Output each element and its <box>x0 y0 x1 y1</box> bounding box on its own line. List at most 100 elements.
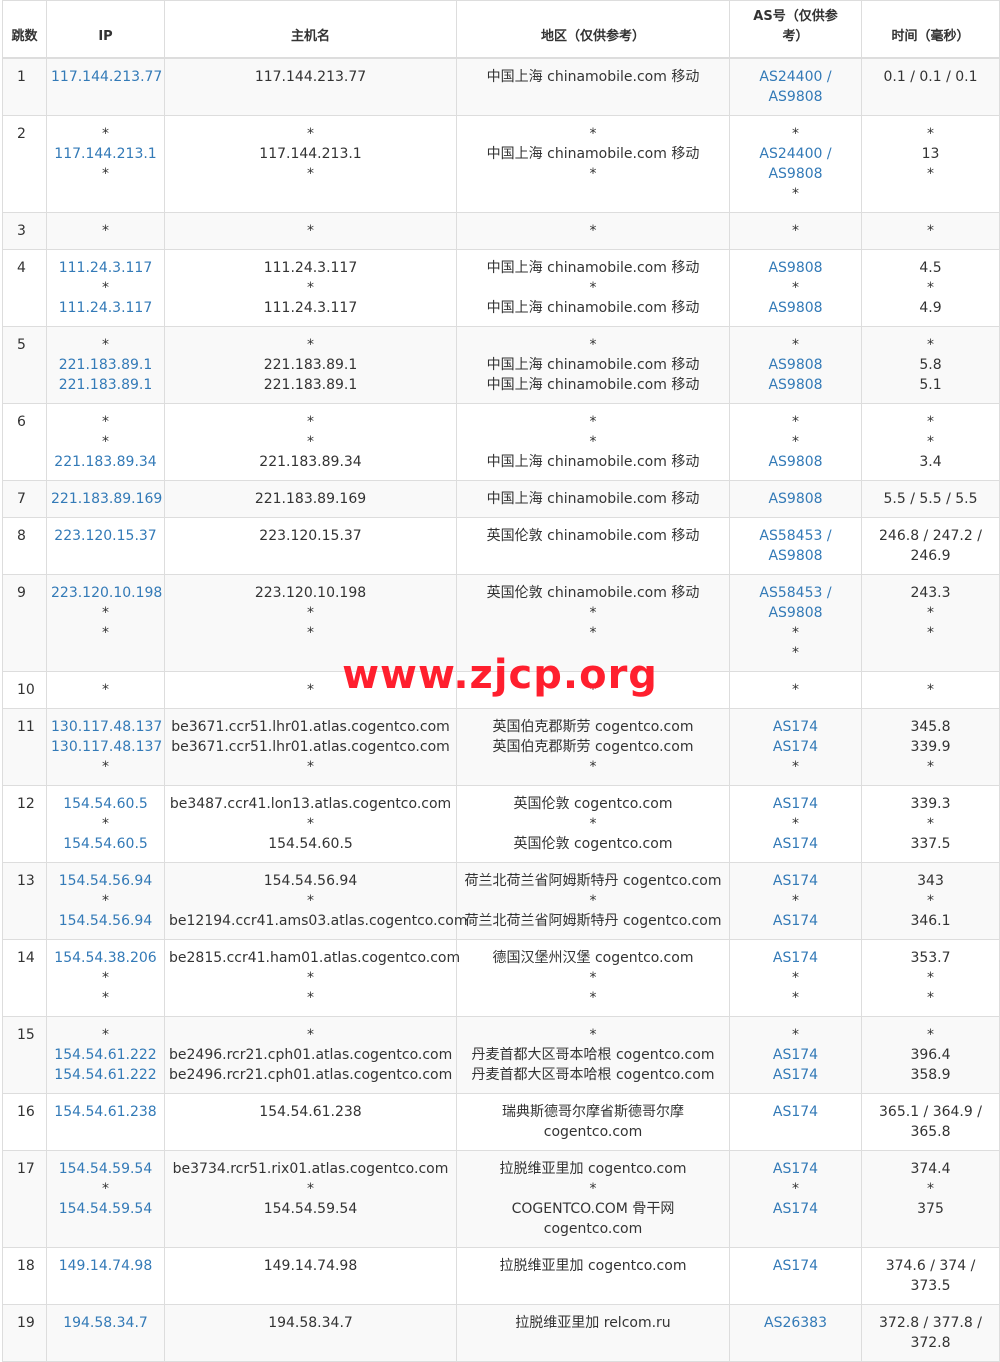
ip-link[interactable]: 154.54.56.94 <box>51 871 160 891</box>
time-value: 375 <box>917 1200 944 1217</box>
hop-cell: 14 <box>2 938 47 1017</box>
ip-link[interactable]: 154.54.61.222 <box>51 1045 160 1065</box>
as-cell: * AS24400 /AS9808 * <box>729 114 862 213</box>
region-cell: 英国伦敦 chinamobile.com 移动 * * <box>456 573 730 672</box>
as-link[interactable]: AS174 <box>734 737 857 757</box>
ip-link[interactable]: 117.144.213.77 <box>51 67 162 87</box>
hop-cell: 4 <box>2 248 47 327</box>
ip-link[interactable]: 111.24.3.117 <box>51 258 160 278</box>
as-link[interactable]: AS174 <box>734 794 857 814</box>
as-link[interactable]: AS9808 <box>734 546 857 566</box>
as-link[interactable]: AS174 <box>734 834 857 854</box>
ip-value: * <box>102 681 109 698</box>
header-hop: 跳数 <box>2 0 47 59</box>
ip-link[interactable]: 154.54.38.206 <box>51 948 160 968</box>
as-link[interactable]: AS9808 <box>734 298 857 318</box>
ip-link[interactable]: 130.117.48.137 <box>51 717 162 737</box>
traceroute-table: 跳数 IP 主机名 地区（仅供参考） AS号（仅供参考） 时间（毫秒） 1 117… <box>2 0 1000 1362</box>
region-value: 英国伯克郡斯劳 cogentco.com <box>492 718 694 735</box>
ip-link[interactable]: 221.183.89.34 <box>51 452 160 472</box>
as-value: * <box>792 815 799 832</box>
as-cell: * <box>729 211 862 250</box>
as-link[interactable]: AS174 <box>734 1199 857 1219</box>
region-value: * <box>589 165 597 182</box>
ip-link[interactable]: 194.58.34.7 <box>51 1313 160 1333</box>
ip-link[interactable]: 117.144.213.1 <box>51 144 160 164</box>
ip-link[interactable]: 130.117.48.137 <box>51 737 162 757</box>
ip-link[interactable]: 154.54.56.94 <box>51 911 160 931</box>
hop-cell: 10 <box>2 670 47 709</box>
as-link[interactable]: AS9808 <box>734 452 857 472</box>
time-value: * <box>927 336 934 353</box>
hostname-cell: be2815.ccr41.ham01.atlas.cogentco.com * * <box>164 938 460 1017</box>
as-link[interactable]: AS174 <box>734 948 857 968</box>
region-value: * <box>589 681 597 698</box>
table-row: 5 * 221.183.89.1 221.183.89.1 * 221.183.89.1 2… <box>2 325 1000 404</box>
time-value: * <box>927 222 934 239</box>
time-value: * <box>927 165 934 182</box>
table-row: 13 154.54.56.94 * 154.54.56.94 154.54.56.94 *… <box>2 861 1000 940</box>
table-row: 10 * * * * * <box>2 670 1000 709</box>
ip-link[interactable]: 111.24.3.117 <box>51 298 160 318</box>
as-cell: AS9808 <box>729 479 862 518</box>
ip-link[interactable]: 221.183.89.1 <box>51 375 160 395</box>
header-time-ms: 时间（毫秒） <box>861 0 1000 59</box>
as-link[interactable]: AS174 <box>734 871 857 891</box>
host-value: * <box>307 279 314 296</box>
ip-cell: 130.117.48.137 130.117.48.137 * <box>46 707 165 786</box>
hop-cell: 7 <box>2 479 47 518</box>
as-link[interactable]: AS174 <box>734 1045 857 1065</box>
ip-cell: 223.120.10.198 * * <box>46 573 165 672</box>
ip-link[interactable]: 154.54.59.54 <box>51 1199 160 1219</box>
as-link[interactable]: AS9808 <box>734 603 857 623</box>
ip-link[interactable]: 221.183.89.1 <box>51 355 160 375</box>
as-cell: AS9808 * AS9808 <box>729 248 862 327</box>
host-value: 154.54.59.54 <box>263 1200 358 1217</box>
as-cell: * AS9808 AS9808 <box>729 325 862 404</box>
time-value: * <box>927 1180 934 1197</box>
ip-link[interactable]: 223.120.10.198 <box>51 583 162 603</box>
time-cell: * * 3.4 <box>861 402 1000 481</box>
region-cell: * 中国上海 chinamobile.com 移动 中国上海 chinamobile… <box>456 325 730 404</box>
ip-link[interactable]: 221.183.89.169 <box>51 489 162 509</box>
as-link[interactable]: AS58453 / <box>734 583 857 603</box>
as-link[interactable]: AS174 <box>734 1102 857 1122</box>
as-link[interactable]: AS174 <box>734 717 857 737</box>
ip-link[interactable]: 154.54.59.54 <box>51 1159 160 1179</box>
table-row: 15 * 154.54.61.222 154.54.61.222 * be2496.rcr… <box>2 1015 1000 1094</box>
as-link[interactable]: AS174 <box>734 911 857 931</box>
as-link[interactable]: AS9808 <box>734 164 857 184</box>
as-link[interactable]: AS24400 / <box>734 144 857 164</box>
ip-cell: * 117.144.213.1 * <box>46 114 165 213</box>
hostname-cell: be3487.ccr41.lon13.atlas.cogentco.com * 15… <box>164 784 457 863</box>
time-cell: * <box>861 670 1000 709</box>
ip-link[interactable]: 154.54.60.5 <box>51 794 160 814</box>
region-cell: 瑞典斯德哥尔摩省斯德哥尔摩 cogentco.com <box>456 1092 730 1151</box>
hostname-cell: 223.120.15.37 <box>164 516 457 575</box>
hop-cell: 8 <box>2 516 47 575</box>
as-link[interactable]: AS9808 <box>734 258 857 278</box>
as-link[interactable]: AS174 <box>734 1159 857 1179</box>
as-link[interactable]: AS24400 / <box>734 67 857 87</box>
time-cell: * <box>861 211 1000 250</box>
ip-link[interactable]: 154.54.61.238 <box>51 1102 160 1122</box>
region-value: 丹麦首都大区哥本哈根 cogentco.com <box>471 1046 715 1063</box>
as-link[interactable]: AS9808 <box>734 87 857 107</box>
time-value: 345.8 <box>910 718 951 735</box>
ip-link[interactable]: 149.14.74.98 <box>51 1256 160 1276</box>
as-link[interactable]: AS26383 <box>734 1313 857 1333</box>
as-link[interactable]: AS174 <box>734 1065 857 1085</box>
time-value: 337.5 <box>910 835 951 852</box>
as-link[interactable]: AS9808 <box>734 375 857 395</box>
as-cell: AS174 * * <box>729 938 862 1017</box>
as-link[interactable]: AS9808 <box>734 489 857 509</box>
ip-link[interactable]: 154.54.60.5 <box>51 834 160 854</box>
host-value: 221.183.89.1 <box>263 356 358 373</box>
as-link[interactable]: AS58453 / <box>734 526 857 546</box>
as-link[interactable]: AS174 <box>734 1256 857 1276</box>
ip-link[interactable]: 223.120.15.37 <box>51 526 160 546</box>
ip-link[interactable]: 154.54.61.222 <box>51 1065 160 1085</box>
region-value: 拉脱维亚里加 relcom.ru <box>515 1314 671 1331</box>
as-link[interactable]: AS9808 <box>734 355 857 375</box>
table-row: 4 111.24.3.117 * 111.24.3.117 111.24.3.117 * 1… <box>2 248 1000 327</box>
